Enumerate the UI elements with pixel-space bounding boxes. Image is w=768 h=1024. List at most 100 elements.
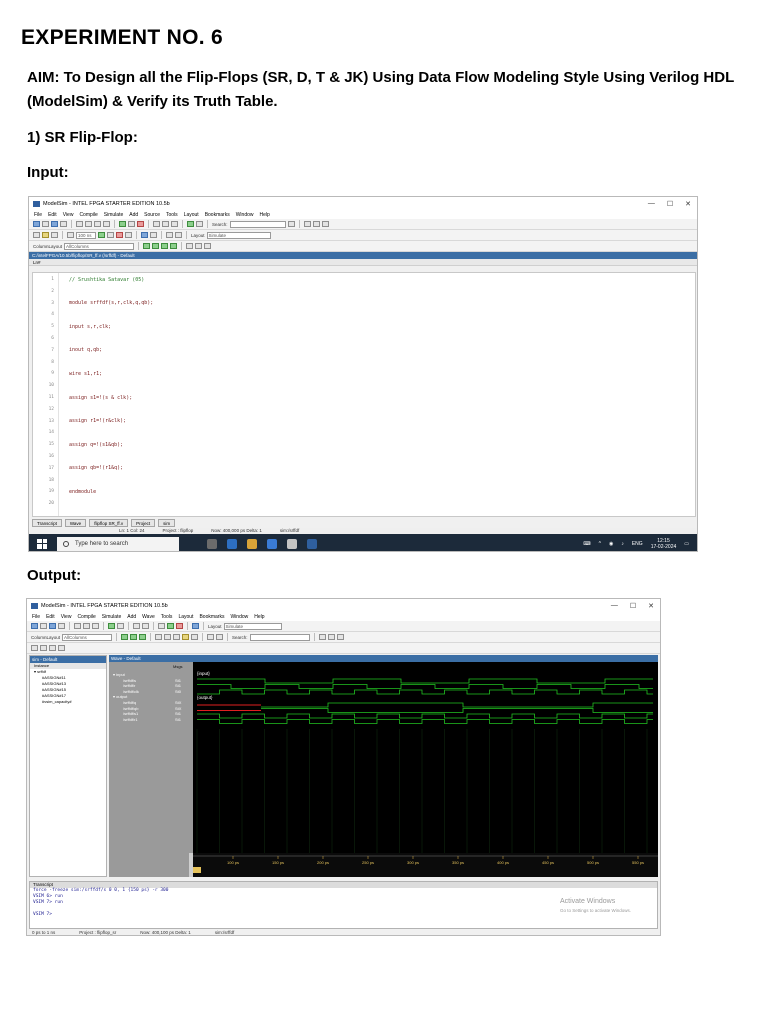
next-edge-icon[interactable] xyxy=(216,634,224,640)
cut-icon[interactable] xyxy=(74,623,81,629)
run-all-icon[interactable] xyxy=(98,232,105,238)
column-layout-select[interactable]: AllColumns xyxy=(64,242,135,250)
find-icon[interactable] xyxy=(128,221,135,227)
menu-item-simulate[interactable]: Simulate xyxy=(104,212,123,218)
menu-item-layout[interactable]: Layout xyxy=(184,212,199,218)
step-out-icon[interactable] xyxy=(171,221,178,227)
wave-cursor-icon[interactable] xyxy=(130,634,138,640)
keyboard-icon[interactable]: ⌨ xyxy=(583,541,590,547)
menu-item-simulate[interactable]: Simulate xyxy=(102,614,121,620)
tab-sim[interactable]: sim xyxy=(158,519,176,527)
undo-icon[interactable] xyxy=(103,221,110,227)
file-explorer-icon[interactable] xyxy=(247,538,257,549)
break-icon[interactable] xyxy=(116,232,123,238)
menu-item-wave[interactable]: Wave xyxy=(142,614,155,620)
copy-icon[interactable] xyxy=(85,221,92,227)
wave-zoom-icon[interactable] xyxy=(121,634,129,640)
tab-flipflop-sr-ff-v[interactable]: flipflop SR_ff.v xyxy=(89,519,129,527)
menu-item-window[interactable]: Window xyxy=(230,614,248,620)
menu-item-help[interactable]: Help xyxy=(260,212,270,218)
language-indicator[interactable]: ENG xyxy=(632,541,643,547)
copy-icon[interactable] xyxy=(83,623,90,629)
step-icon[interactable] xyxy=(153,221,160,227)
zoom-in-icon[interactable] xyxy=(303,221,311,227)
menu-item-tools[interactable]: Tools xyxy=(166,212,178,218)
step-over-icon[interactable] xyxy=(162,221,169,227)
zoom-full-icon[interactable] xyxy=(336,634,344,640)
cursor-delete-icon[interactable] xyxy=(191,634,199,640)
open-icon[interactable] xyxy=(42,221,49,227)
taskbar-clock[interactable]: 12:15 17-02-2024 xyxy=(651,538,677,550)
wave-zoom-icon[interactable] xyxy=(143,243,151,249)
tab-transcript[interactable]: Transcript xyxy=(32,519,62,527)
menu-item-file[interactable]: File xyxy=(34,212,42,218)
close-button[interactable]: ✕ xyxy=(685,200,691,208)
waveform-canvas[interactable]: {input} {output} 100 ps 150 ps 200 ps 250 ps 3… xyxy=(193,655,658,877)
signal-group-output[interactable]: ▾ output xyxy=(113,694,127,699)
new-icon[interactable] xyxy=(33,221,40,227)
signal-name[interactable]: /srffdf/r xyxy=(123,683,135,688)
paste-icon[interactable] xyxy=(94,221,101,227)
cut-icon[interactable] xyxy=(76,221,83,227)
bookmark-icon[interactable] xyxy=(42,232,49,238)
volume-icon[interactable]: ♪ xyxy=(621,541,624,547)
menu-item-view[interactable]: View xyxy=(61,614,72,620)
layout-icon[interactable] xyxy=(33,232,40,238)
menu-item-bookmarks[interactable]: Bookmarks xyxy=(205,212,230,218)
step-forward-icon[interactable] xyxy=(150,232,157,238)
compile-icon[interactable] xyxy=(108,623,115,629)
menu-item-view[interactable]: View xyxy=(63,212,74,218)
open-icon[interactable] xyxy=(40,623,47,629)
wave-edit-icon[interactable] xyxy=(139,634,147,640)
menu-item-compile[interactable]: Compile xyxy=(77,614,95,620)
task-view-icon[interactable] xyxy=(207,538,217,549)
paste-icon[interactable] xyxy=(92,623,99,629)
list-icon[interactable] xyxy=(40,645,47,651)
maximize-button[interactable]: ☐ xyxy=(667,200,673,208)
menu-item-edit[interactable]: Edit xyxy=(46,614,55,620)
select-mode-icon[interactable] xyxy=(155,634,163,640)
save-icon[interactable] xyxy=(51,221,58,227)
run-icon[interactable] xyxy=(158,623,165,629)
zoom-icon[interactable] xyxy=(196,221,203,227)
search-input[interactable] xyxy=(229,220,286,228)
new-icon[interactable] xyxy=(31,623,38,629)
save-icon[interactable] xyxy=(49,623,56,629)
cursor-add-icon[interactable] xyxy=(182,634,190,640)
menu-item-window[interactable]: Window xyxy=(236,212,254,218)
signal-name[interactable]: /srffdf/clk xyxy=(123,689,139,694)
layout-select[interactable]: Simulate xyxy=(206,231,271,239)
signal-group-input[interactable]: ▾ input xyxy=(113,672,125,677)
taskbar-search[interactable]: Type here to search xyxy=(57,536,179,551)
compile-icon[interactable] xyxy=(119,221,126,227)
restart-icon[interactable] xyxy=(125,232,132,238)
find-icon[interactable] xyxy=(117,623,124,629)
run-all-icon[interactable] xyxy=(167,623,174,629)
tab-project[interactable]: Project xyxy=(131,519,156,527)
continue-icon[interactable] xyxy=(107,232,114,238)
mail-icon[interactable] xyxy=(287,538,297,549)
source-editor[interactable]: 1 2 3 4 5 6 7 8 9 10 11 12 13 14 15 16 17 18 19 20 // Srush… xyxy=(32,272,696,517)
step-into-icon[interactable] xyxy=(192,623,199,629)
signal-name[interactable]: /srffdf/s xyxy=(123,678,136,683)
menu-item-add[interactable]: Add xyxy=(129,212,138,218)
edge-icon[interactable] xyxy=(227,538,237,549)
search-options-icon[interactable] xyxy=(287,221,295,227)
close-button[interactable]: ✕ xyxy=(648,602,654,610)
wave-cursor-icon[interactable] xyxy=(152,243,160,249)
notification-icon[interactable]: ▭ xyxy=(684,541,689,547)
windows-start-icon[interactable] xyxy=(35,537,49,551)
split-icon[interactable] xyxy=(186,243,194,249)
prev-edge-icon[interactable] xyxy=(207,634,215,640)
network-icon[interactable]: ◉ xyxy=(609,541,613,547)
dock-icon[interactable] xyxy=(195,243,203,249)
menu-item-tools[interactable]: Tools xyxy=(161,614,173,620)
minimize-button[interactable]: — xyxy=(648,200,655,208)
edit-mode-icon[interactable] xyxy=(173,634,181,640)
menu-item-source[interactable]: Source xyxy=(144,212,160,218)
wave-edit-icon[interactable] xyxy=(161,243,169,249)
signal-name[interactable]: /srffdf/r1 xyxy=(123,717,138,722)
transcript-pane[interactable]: Transcript force -freeze sim:/srffdf/s 0… xyxy=(29,881,658,929)
layout-select[interactable]: Simulate xyxy=(223,622,282,630)
column-layout-select[interactable]: AllColumns xyxy=(62,633,113,641)
